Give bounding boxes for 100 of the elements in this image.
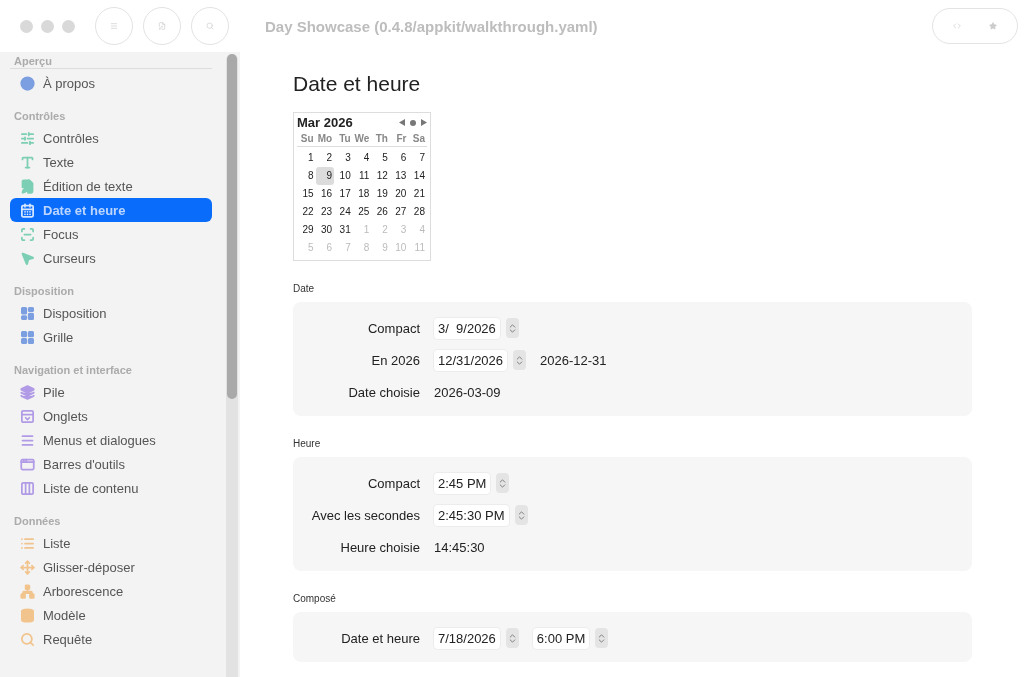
- calendar-day[interactable]: 17: [334, 185, 353, 203]
- calendar-day[interactable]: 29: [297, 221, 316, 239]
- calendar-day[interactable]: 21: [408, 185, 427, 203]
- stepper[interactable]: [513, 350, 527, 370]
- section-title: Disposition: [13, 284, 75, 299]
- search-button[interactable]: [191, 7, 229, 45]
- sidebar-item[interactable]: Onglets: [10, 404, 212, 428]
- previous-icon[interactable]: [399, 119, 405, 126]
- stepper[interactable]: [514, 505, 528, 525]
- calendar-day[interactable]: 30: [315, 221, 335, 239]
- calendar-day[interactable]: 5: [371, 149, 390, 167]
- calendar-day[interactable]: 31: [334, 221, 353, 239]
- today-icon[interactable]: [410, 119, 416, 126]
- calendar[interactable]: Mar 2026 Su Mo Tu We Th Fr Sa 1 2 3 4 5 6 7 8 9 10 11 12 13 14 15 16 17 18 19 20 21 22 23 24 25 26 27 28 29 30 31 1 2 3 4 5 6 7 8 9 10 11: [293, 112, 431, 261]
- calendar-day[interactable]: 18: [352, 185, 372, 203]
- weekday-label: Su: [299, 132, 315, 145]
- sidebar-item[interactable]: Disposition: [10, 301, 212, 325]
- sidebar-item[interactable]: Barres d'outils: [10, 452, 212, 476]
- calendar-day[interactable]: 20: [389, 185, 409, 203]
- date-field[interactable]: 12/31/2026: [434, 349, 508, 371]
- menu-icon: [110, 22, 118, 30]
- page-title: Date et heure: [293, 72, 422, 96]
- calendar-day[interactable]: 25: [352, 203, 372, 221]
- date-field[interactable]: 2:45:30 PM: [434, 504, 509, 526]
- date-field[interactable]: 6:00 PM: [532, 627, 590, 649]
- value-text: 2026-12-31: [540, 352, 607, 368]
- sidebar-item[interactable]: Menus et dialogues: [10, 428, 212, 452]
- sidebar-item[interactable]: Modèle: [10, 603, 212, 627]
- sidebar-item[interactable]: Liste de contenu: [10, 476, 212, 500]
- calendar-day[interactable]: 27: [389, 203, 409, 221]
- sidebar-item[interactable]: Curseurs: [10, 246, 212, 270]
- calendar-day[interactable]: 12: [371, 167, 390, 185]
- calendar-day[interactable]: 9: [315, 167, 335, 185]
- edit-button[interactable]: [143, 7, 181, 45]
- section-title: Contrôles: [13, 109, 67, 124]
- section-title: Navigation et interface: [13, 363, 133, 378]
- sidebar-item[interactable]: Focus: [10, 222, 212, 246]
- calendar-day[interactable]: 10: [334, 167, 353, 185]
- zoom-button[interactable]: [62, 19, 75, 33]
- group-title: Composé: [293, 593, 337, 604]
- weekday-label: We: [353, 132, 371, 145]
- calendar-day[interactable]: 23: [315, 203, 335, 221]
- weekday-label: Fr: [395, 132, 408, 145]
- weekday-label: Th: [374, 132, 389, 145]
- sidebar-item[interactable]: Liste: [10, 531, 212, 555]
- field-label: Date et heure: [340, 630, 420, 646]
- calendar-day[interactable]: 13: [389, 167, 409, 185]
- window-title: Day Showcase (0.4.8/appkit/walkthrough.yaml): [265, 17, 599, 35]
- date-field[interactable]: 2:45 PM: [434, 472, 491, 494]
- calendar-day[interactable]: 7: [408, 149, 427, 167]
- calendar-day[interactable]: 2: [315, 149, 335, 167]
- value-text: 14:45:30: [434, 539, 485, 555]
- section-title: Aperçu: [10, 52, 212, 69]
- calendar-day[interactable]: 19: [371, 185, 390, 203]
- stepper[interactable]: [595, 628, 609, 648]
- sidebar-item[interactable]: Édition de texte: [10, 174, 212, 198]
- sidebar-item[interactable]: Contrôles: [10, 126, 212, 150]
- sidebar-item[interactable]: Texte: [10, 150, 212, 174]
- date-field[interactable]: 3/ 9/2026: [434, 317, 500, 339]
- stepper[interactable]: [505, 628, 519, 648]
- field-label: En 2026: [370, 352, 420, 368]
- next-icon[interactable]: [421, 119, 427, 126]
- stepper[interactable]: [505, 318, 519, 338]
- field-label: Date choisie: [347, 384, 420, 400]
- calendar-day[interactable]: 4: [352, 149, 372, 167]
- minimize-button[interactable]: [41, 19, 54, 33]
- edit-icon: [158, 22, 166, 30]
- value-text: 2026-03-09: [434, 384, 501, 400]
- sidebar-item[interactable]: Pile: [10, 380, 212, 404]
- calendar-day[interactable]: 6: [389, 149, 409, 167]
- sidebar-button[interactable]: [95, 7, 133, 45]
- field-label: Compact: [366, 320, 420, 336]
- calendar-day[interactable]: 28: [408, 203, 427, 221]
- sidebar-item[interactable]: Grille: [10, 325, 212, 349]
- calendar-day[interactable]: 22: [297, 203, 316, 221]
- calendar-day[interactable]: 3: [334, 149, 353, 167]
- sidebar-item[interactable]: Requête: [10, 627, 212, 651]
- calendar-day[interactable]: 1: [297, 149, 316, 167]
- calendar-day[interactable]: 16: [315, 185, 335, 203]
- calendar-day[interactable]: 14: [408, 167, 427, 185]
- scrollbar[interactable]: [226, 54, 238, 677]
- stepper[interactable]: [496, 473, 510, 493]
- field-label: Avec les secondes: [310, 507, 420, 523]
- date-field[interactable]: 7/18/2026: [434, 627, 500, 649]
- sidebar-item[interactable]: À propos: [10, 71, 212, 95]
- calendar-day[interactable]: 8: [297, 167, 316, 185]
- sidebar-item[interactable]: Glisser-déposer: [10, 555, 212, 579]
- field-label: Heure choisie: [339, 539, 420, 555]
- calendar-day[interactable]: 11: [352, 167, 372, 185]
- month-label: Mar 2026: [297, 115, 353, 130]
- group-title: Date: [293, 283, 316, 294]
- star-icon[interactable]: [989, 22, 997, 30]
- weekday-label: Mo: [316, 132, 334, 145]
- section-title: Données: [13, 514, 62, 529]
- calendar-day[interactable]: 15: [297, 185, 316, 203]
- calendar-day[interactable]: 26: [371, 203, 390, 221]
- calendar-day[interactable]: 24: [334, 203, 353, 221]
- close-button[interactable]: [20, 19, 33, 33]
- sidebar-item[interactable]: Arborescence: [10, 579, 212, 603]
- weekday-label: Tu: [338, 132, 352, 145]
